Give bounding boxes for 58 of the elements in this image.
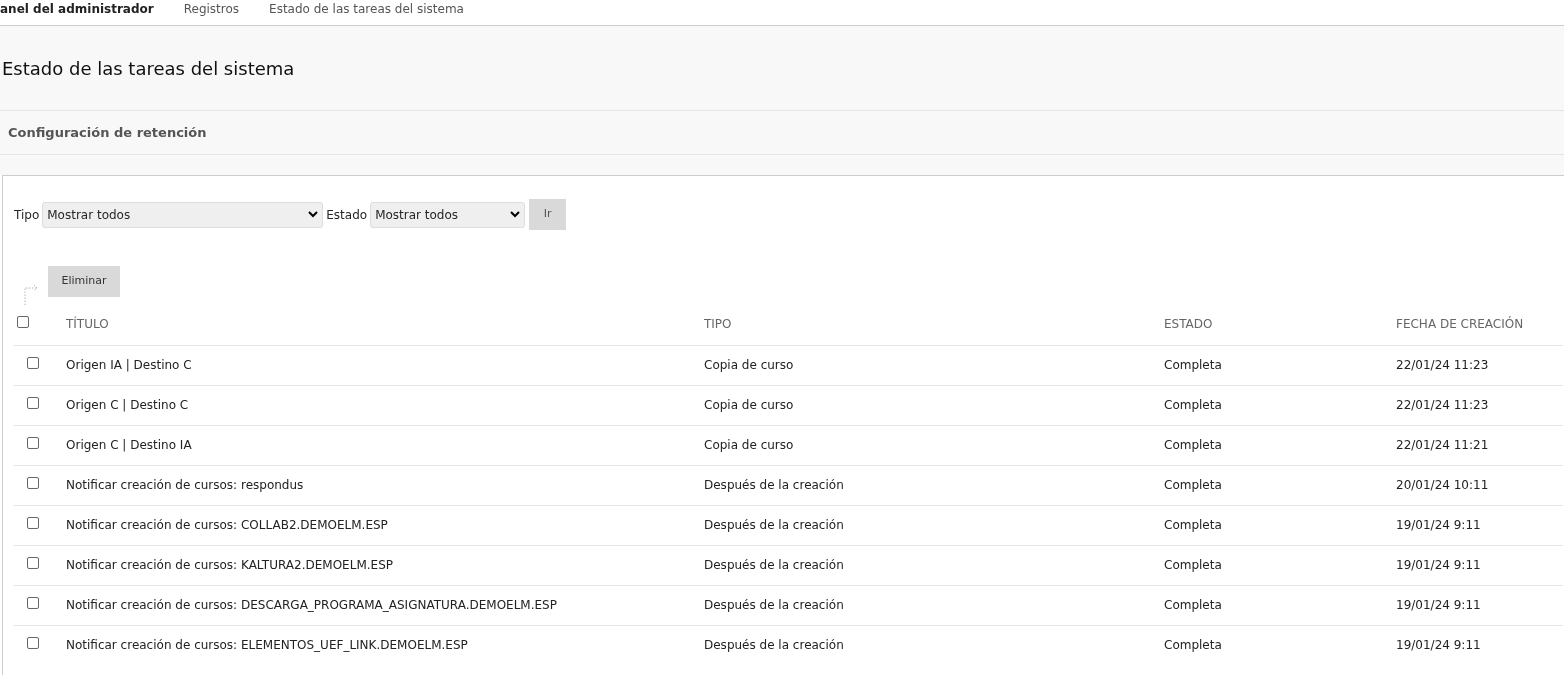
checkbox[interactable] <box>27 437 39 449</box>
retention-settings-link[interactable]: Configuración de retención <box>8 122 207 143</box>
table-cell: Completa <box>1164 638 1222 653</box>
filter-label: Tipo <box>14 206 40 224</box>
table-cell: Notificar creación de cursos: respondus <box>66 478 304 492</box>
checkbox[interactable] <box>27 477 39 489</box>
table-cell: Después de la creación <box>704 598 844 612</box>
table-cell: Completa <box>1164 478 1222 492</box>
table-cell: Completa <box>1164 598 1222 612</box>
column-header[interactable]: TIPO <box>704 316 732 331</box>
breadcrumb-link[interactable]: Estado de las tareas del sistema <box>269 2 464 16</box>
table-cell: Origen C | Destino IA <box>66 438 192 452</box>
chevron-down-icon <box>510 211 521 218</box>
table-cell: Completa <box>1164 438 1222 452</box>
table-cell: Completa <box>1164 398 1222 412</box>
table-cell: Después de la creación <box>704 518 844 532</box>
checkbox[interactable] <box>27 557 39 569</box>
table-cell: Después de la creación <box>704 478 844 492</box>
table-cell: Después de la creación <box>704 558 844 572</box>
table-cell: Completa <box>1164 518 1222 532</box>
breadcrumb-link[interactable]: anel del administrador <box>0 2 154 16</box>
table-cell: Copia de curso <box>704 358 794 372</box>
table-cell: 19/01/24 9:11 <box>1396 558 1481 572</box>
breadcrumb-link[interactable]: Registros <box>183 2 240 16</box>
column-header[interactable]: TÍTULO <box>66 316 109 331</box>
table-cell: Completa <box>1164 358 1222 372</box>
filter-dropdown[interactable]: Mostrar todos <box>370 201 526 228</box>
table-cell: 19/01/24 9:11 <box>1396 598 1481 612</box>
table-cell: Notificar creación de cursos: ELEMENTOS_UEF_LINK.DEMOELM.ESP <box>66 638 468 653</box>
column-header[interactable]: FECHA DE CREACIÓN <box>1396 316 1524 331</box>
go-button[interactable]: Ir <box>529 199 567 230</box>
checkbox[interactable] <box>17 315 29 328</box>
page-title: Estado de las tareas del sistema <box>2 56 295 81</box>
table-cell: 22/01/24 11:21 <box>1396 438 1489 452</box>
table-cell: 22/01/24 11:23 <box>1396 358 1489 372</box>
table-cell: 22/01/24 11:23 <box>1396 398 1489 412</box>
checkbox[interactable] <box>27 637 39 650</box>
table-cell: Notificar creación de cursos: COLLAB2.DEMOELM.ESP <box>66 518 388 532</box>
table-cell: Después de la creación <box>704 638 844 653</box>
table-cell: Notificar creación de cursos: KALTURA2.DEMOELM.ESP <box>66 558 393 572</box>
checkbox[interactable] <box>27 397 39 409</box>
filter-dropdown[interactable]: Mostrar todos <box>42 201 324 228</box>
checkbox[interactable] <box>27 357 39 369</box>
table-cell: Notificar creación de cursos: DESCARGA_PROGRAMA_ASIGNATURA.DEMOELM.ESP <box>66 598 557 612</box>
table-cell: Origen C | Destino C <box>66 398 189 412</box>
table-cell: Copia de curso <box>704 398 794 412</box>
delete-button[interactable]: Eliminar <box>48 266 120 297</box>
table-cell: Completa <box>1164 558 1222 572</box>
table-cell: 20/01/24 10:11 <box>1396 478 1489 492</box>
checkbox[interactable] <box>27 517 39 529</box>
table-cell: Origen IA | Destino C <box>66 358 192 372</box>
table-cell: 19/01/24 9:11 <box>1396 638 1481 653</box>
table-cell: 19/01/24 9:11 <box>1396 518 1481 532</box>
checkbox[interactable] <box>27 597 39 609</box>
table-cell: Copia de curso <box>704 438 794 452</box>
chevron-down-icon <box>308 211 319 218</box>
filter-label: Estado <box>326 206 368 224</box>
column-header[interactable]: ESTADO <box>1164 316 1213 331</box>
